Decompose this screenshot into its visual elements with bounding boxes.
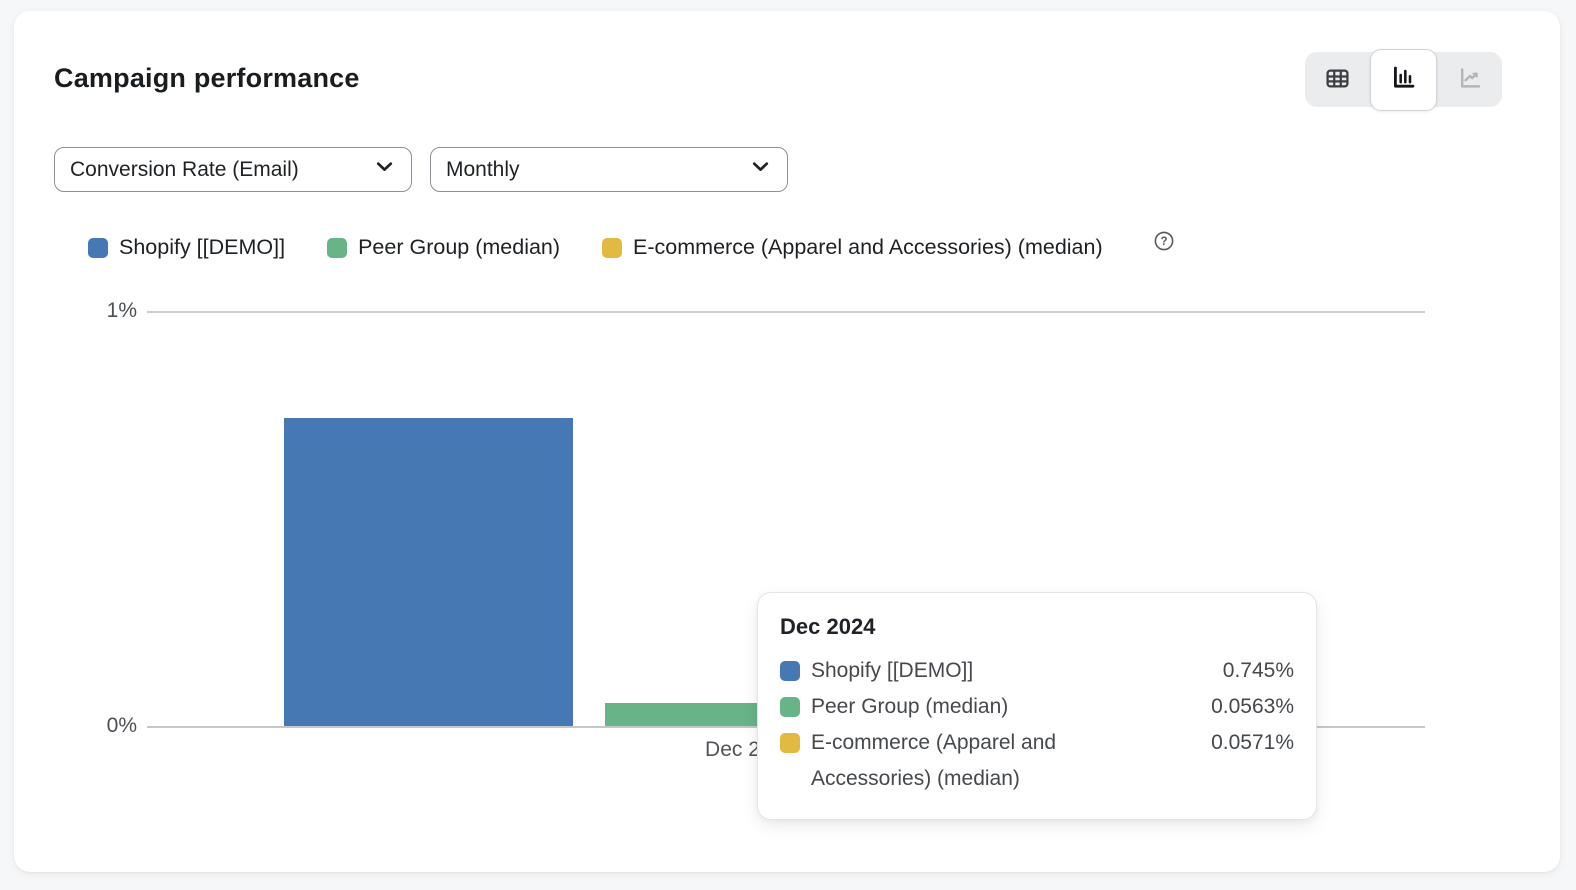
- tooltip-row: Shopify [[DEMO]] 0.745%: [780, 653, 1294, 689]
- metric-select-value: Conversion Rate (Email): [70, 158, 299, 182]
- tooltip-title: Dec 2024: [780, 614, 1294, 640]
- legend-label: Peer Group (median): [358, 235, 560, 260]
- granularity-select-value: Monthly: [446, 158, 520, 182]
- page-title: Campaign performance: [54, 63, 360, 94]
- chevron-down-icon: [372, 154, 397, 185]
- legend-swatch: [602, 238, 622, 258]
- tooltip-label: Shopify [[DEMO]]: [811, 653, 1161, 689]
- help-icon[interactable]: ?: [1154, 231, 1174, 251]
- tooltip-swatch: [780, 661, 800, 681]
- table-view-button[interactable]: [1305, 54, 1369, 106]
- tooltip-value: 0.0571%: [1211, 725, 1294, 761]
- svg-text:?: ?: [1160, 236, 1167, 248]
- tooltip-label: Peer Group (median): [811, 689, 1161, 725]
- tooltip-row: E-commerce (Apparel and Accessories) (me…: [780, 725, 1294, 797]
- chevron-down-icon: [748, 154, 773, 185]
- metric-select[interactable]: Conversion Rate (Email): [54, 147, 412, 192]
- y-axis-tick-0pct: 0%: [67, 714, 137, 738]
- campaign-performance-card: Campaign performance: [14, 11, 1560, 872]
- bar-shopify[interactable]: [284, 418, 573, 726]
- legend-label: E-commerce (Apparel and Accessories) (me…: [633, 235, 1103, 260]
- legend-label: Shopify [[DEMO]]: [119, 235, 285, 260]
- legend-swatch: [327, 238, 347, 258]
- tooltip-swatch: [780, 697, 800, 717]
- tooltip-swatch: [780, 733, 800, 753]
- bar-chart-icon: [1389, 64, 1417, 95]
- view-switcher: [1305, 52, 1502, 107]
- line-chart-view-button[interactable]: [1438, 54, 1502, 106]
- table-icon: [1324, 65, 1351, 95]
- legend-swatch: [88, 238, 108, 258]
- chart-tooltip: Dec 2024 Shopify [[DEMO]] 0.745% Peer Gr…: [757, 592, 1317, 820]
- legend-item-ecommerce[interactable]: E-commerce (Apparel and Accessories) (me…: [602, 235, 1103, 260]
- tooltip-value: 0.0563%: [1211, 689, 1294, 725]
- legend-item-shopify[interactable]: Shopify [[DEMO]]: [88, 235, 285, 260]
- legend-item-peer-group[interactable]: Peer Group (median): [327, 235, 560, 260]
- bar-chart-view-button[interactable]: [1370, 49, 1437, 111]
- tooltip-value: 0.745%: [1223, 653, 1294, 689]
- line-chart-icon: [1456, 65, 1483, 95]
- chart-legend: Shopify [[DEMO]] Peer Group (median) E-c…: [88, 235, 1174, 260]
- y-axis-tick-1pct: 1%: [67, 299, 137, 323]
- tooltip-row: Peer Group (median) 0.0563%: [780, 689, 1294, 725]
- granularity-select[interactable]: Monthly: [430, 147, 788, 192]
- tooltip-label: E-commerce (Apparel and Accessories) (me…: [811, 725, 1161, 797]
